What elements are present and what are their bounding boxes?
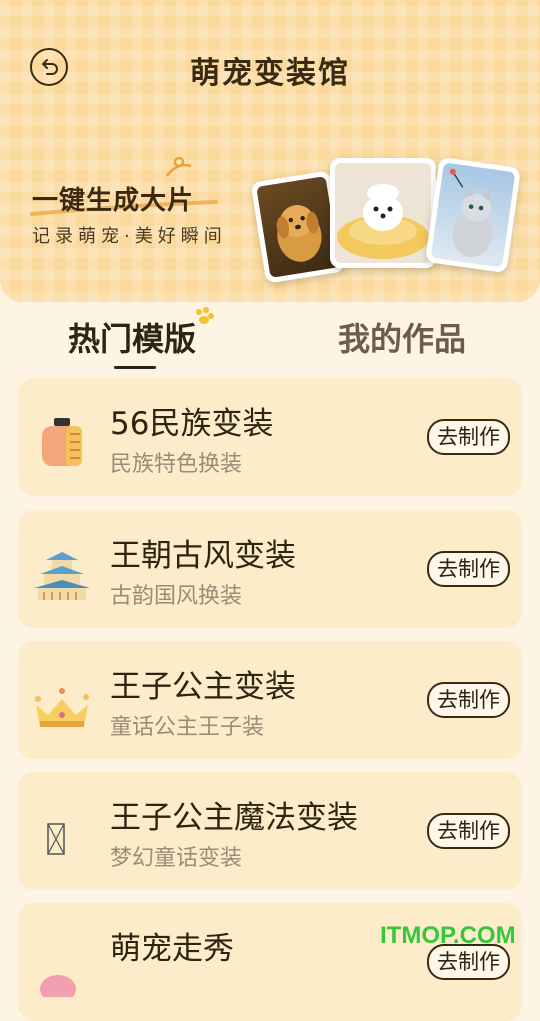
paw-icon xyxy=(196,307,214,324)
sparkle-icon xyxy=(165,156,192,177)
template-name: 王子公主魔法变装 xyxy=(110,800,358,836)
tab-hot-templates[interactable]: 热门模版 xyxy=(68,314,196,360)
template-name: 萌宠走秀 xyxy=(110,931,234,967)
watermark: ITMOP.COM xyxy=(380,922,516,949)
template-card[interactable]: 王子公主魔法变装 梦幻童话变装 去制作 xyxy=(18,772,522,890)
make-button[interactable]: 去制作 xyxy=(427,682,510,718)
photo-white-puppy xyxy=(330,158,436,268)
make-button[interactable]: 去制作 xyxy=(427,813,510,849)
template-card[interactable]: 56民族变装 民族特色换装 去制作 xyxy=(18,378,522,496)
template-name: 56民族变装 xyxy=(110,406,274,442)
crown-icon xyxy=(35,688,89,727)
ethnic-drum-icon xyxy=(42,418,82,466)
tab-bar: 热门模版 我的作品 xyxy=(0,307,540,372)
page-title: 萌宠变装馆 xyxy=(190,56,350,91)
active-tab-indicator xyxy=(114,366,156,369)
broken-image-icon xyxy=(47,823,65,855)
template-card[interactable]: 王朝古风变装 古韵国风换装 去制作 xyxy=(18,510,522,628)
template-desc: 民族特色换装 xyxy=(110,452,243,477)
tab-my-works[interactable]: 我的作品 xyxy=(338,314,466,360)
template-desc: 梦幻童话变装 xyxy=(110,846,243,871)
pet-icon xyxy=(40,975,76,997)
make-button[interactable]: 去制作 xyxy=(427,419,510,455)
make-button[interactable]: 去制作 xyxy=(427,551,510,587)
template-name: 王朝古风变装 xyxy=(110,538,296,574)
template-name: 王子公主变装 xyxy=(110,669,296,705)
template-desc: 古韵国风换装 xyxy=(110,584,243,609)
template-card[interactable]: 萌宠走秀 去制作 xyxy=(18,903,522,1021)
template-card[interactable]: 王子公主变装 童话公主王子装 去制作 xyxy=(18,641,522,759)
template-desc: 童话公主王子装 xyxy=(110,715,265,740)
banner-subtitle: 记录萌宠·美好瞬间 xyxy=(32,226,227,247)
header-banner: 萌宠变装馆 一键生成大片 记录萌宠·美好瞬间 xyxy=(0,0,540,302)
banner-title: 一键生成大片 xyxy=(32,186,195,216)
palace-icon xyxy=(34,552,90,600)
photo-kitten xyxy=(425,156,521,274)
